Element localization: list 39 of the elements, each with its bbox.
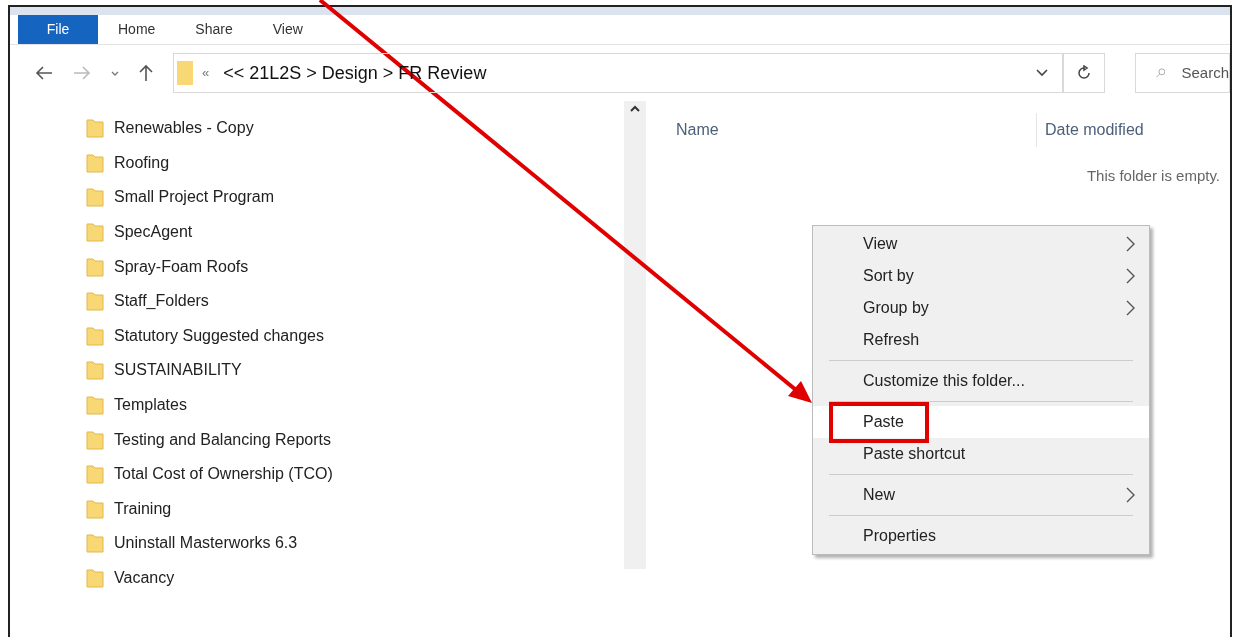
- menu-item[interactable]: New: [813, 479, 1149, 511]
- folder-item[interactable]: SpecAgent: [114, 220, 193, 245]
- folder-item[interactable]: Statutory Suggested changes: [114, 323, 324, 348]
- folder-item[interactable]: Testing and Balancing Reports: [114, 427, 332, 452]
- folder-item[interactable]: Vacancy: [114, 566, 175, 590]
- scrollbar[interactable]: [624, 101, 646, 569]
- column-header[interactable]: Date modified: [1045, 118, 1144, 142]
- menu-item[interactable]: Customize this folder...: [813, 365, 1149, 397]
- folder-item[interactable]: SUSTAINABILITY: [114, 358, 242, 383]
- folder-item[interactable]: Staff_Folders: [114, 289, 209, 314]
- folder-item[interactable]: Total Cost of Ownership (TCO): [114, 462, 333, 487]
- up-icon[interactable]: [139, 64, 153, 82]
- folder-item[interactable]: Uninstall Masterworks 6.3: [114, 531, 298, 556]
- menu-item[interactable]: Sort by: [813, 260, 1149, 292]
- folder-item[interactable]: Training: [114, 496, 172, 521]
- scroll-up-icon[interactable]: [630, 105, 640, 112]
- folder-item[interactable]: Renewables - Copy: [114, 116, 254, 141]
- search-field[interactable]: Search: [1135, 53, 1230, 93]
- ribbon-tab[interactable]: View: [252, 15, 323, 44]
- dropdown-icon[interactable]: [1036, 69, 1048, 77]
- back-icon[interactable]: [35, 66, 53, 80]
- folder-item[interactable]: Templates: [114, 393, 187, 418]
- menu-item[interactable]: Group by: [813, 292, 1149, 324]
- column-header[interactable]: Name: [676, 118, 1036, 142]
- folder-item[interactable]: Roofing: [114, 150, 170, 175]
- chevron-icon[interactable]: [111, 70, 119, 76]
- menu-item[interactable]: View: [813, 228, 1149, 260]
- ribbon-tab[interactable]: Share: [175, 15, 253, 44]
- ribbon-tab[interactable]: File: [18, 15, 98, 44]
- ribbon-tab[interactable]: Home: [98, 15, 176, 44]
- menu-item[interactable]: Refresh: [813, 324, 1149, 356]
- folder-item[interactable]: Small Project Program: [114, 185, 275, 210]
- refresh-icon: [1076, 65, 1092, 81]
- empty-message: This folder is empty.: [1086, 166, 1220, 186]
- menu-item[interactable]: Paste shortcut: [813, 438, 1149, 470]
- overflow-label: «: [202, 64, 210, 83]
- folder-item[interactable]: Spray-Foam Roofs: [114, 254, 249, 279]
- menu-item[interactable]: Properties: [813, 520, 1149, 552]
- refresh-button[interactable]: [1063, 53, 1105, 93]
